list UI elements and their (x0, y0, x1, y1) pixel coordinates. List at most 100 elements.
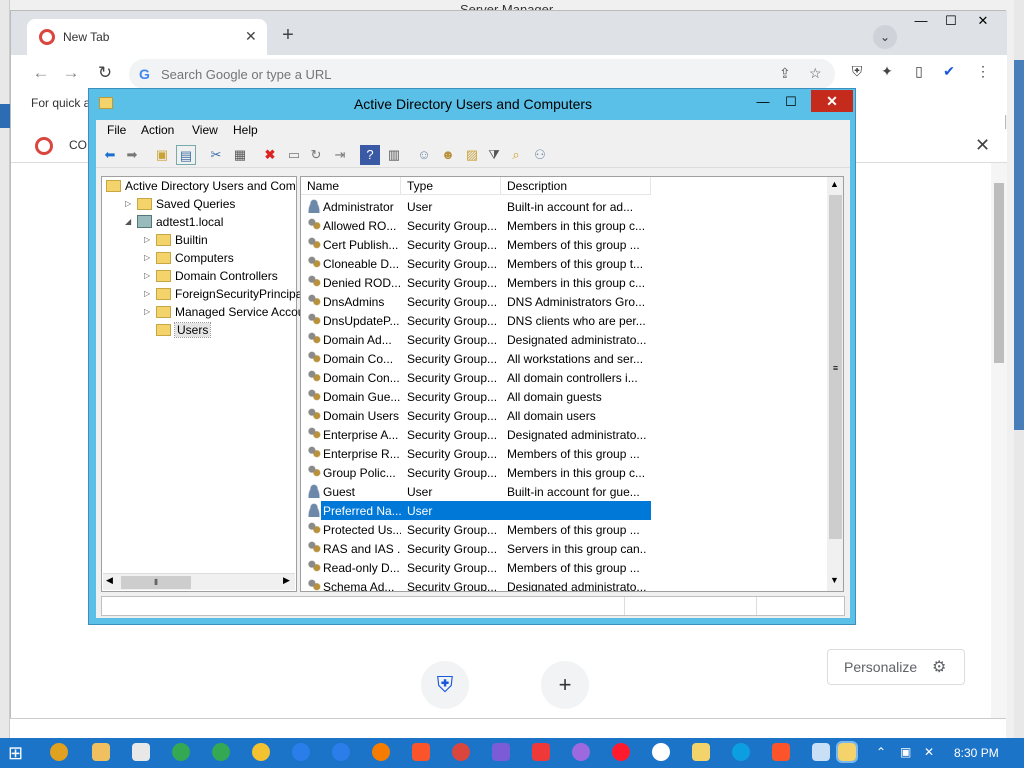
tree-node[interactable]: ◢ adtest1.local (125, 214, 223, 232)
clock-time[interactable]: 8:30 PM (954, 746, 999, 760)
table-row[interactable]: Denied ROD... Security Group... Members in… (301, 273, 825, 292)
edge-icon[interactable] (732, 743, 750, 761)
folder-app-icon[interactable] (692, 743, 710, 761)
tree-node[interactable]: ▷ Computers (144, 250, 234, 268)
brave-beta-icon[interactable] (492, 743, 510, 761)
network-icon[interactable]: ▣ (900, 745, 911, 759)
shortcut-shield-icon[interactable]: ⛨ (421, 661, 469, 709)
view-icon[interactable]: ▥ (384, 145, 404, 165)
table-row[interactable]: Preferred Na... User (301, 501, 825, 520)
page-scrollbar-thumb[interactable] (994, 183, 1004, 363)
brave-icon[interactable] (412, 743, 430, 761)
tree-expander-icon[interactable]: ▷ (144, 271, 156, 280)
share-icon[interactable]: ⇪ (779, 65, 791, 82)
table-row[interactable]: Protected Us... Security Group... Members … (301, 520, 825, 539)
forward-icon[interactable]: ➡ (122, 145, 142, 165)
tray-expand-icon[interactable]: ⌃ (876, 745, 886, 759)
table-row[interactable]: Allowed RO... Security Group... Members in… (301, 216, 825, 235)
table-row[interactable]: Domain Con... Security Group... All domain… (301, 368, 825, 387)
tree-node[interactable]: ▷ Managed Service Accour (144, 304, 308, 322)
table-row[interactable]: Read-only D... Security Group... Members o… (301, 558, 825, 577)
tree-expander-icon[interactable]: ▷ (144, 235, 156, 244)
table-row[interactable]: Cert Publish... Security Group... Members … (301, 235, 825, 254)
find-icon[interactable]: ⌕ (506, 145, 526, 165)
table-row[interactable]: Cloneable D... Security Group... Members o… (301, 254, 825, 273)
shield-extension-icon[interactable]: ⛨ (847, 63, 867, 80)
extensions-puzzle-icon[interactable]: ✦ (877, 63, 897, 80)
up-folder-icon[interactable]: ▣ (152, 145, 172, 165)
tree-expander-icon[interactable]: ◢ (125, 217, 137, 226)
menu-file[interactable]: File (107, 123, 126, 137)
table-row[interactable]: Enterprise R... Security Group... Members … (301, 444, 825, 463)
tree-expander-icon[interactable]: ▷ (144, 307, 156, 316)
tree-node[interactable]: ▷ ForeignSecurityPrincipals (144, 286, 311, 304)
server-manager-icon[interactable] (812, 743, 830, 761)
add-shortcut-icon[interactable]: + (541, 661, 589, 709)
new-group-icon[interactable]: ☻ (438, 145, 458, 165)
window-close-button[interactable]: ✕ (969, 13, 997, 29)
scroll-left-icon[interactable]: ◀ (106, 575, 113, 586)
yandex-icon[interactable] (652, 743, 670, 761)
table-row[interactable]: Domain Gue... Security Group... All domain… (301, 387, 825, 406)
web-app-icon[interactable] (452, 743, 470, 761)
properties-icon[interactable]: ▭ (284, 145, 304, 165)
tree-horizontal-scrollbar[interactable]: ◀ ⦀ ▶ (103, 573, 295, 590)
export-list-icon[interactable]: ⇥ (330, 145, 350, 165)
firefox-dev-icon[interactable] (292, 743, 310, 761)
opera-icon[interactable] (612, 743, 630, 761)
copy-icon[interactable]: ▦ (230, 145, 250, 165)
details-list[interactable]: Name Type Description Administrator User B… (300, 176, 844, 592)
tree-node[interactable]: ▷ Domain Controllers (144, 268, 278, 286)
aduc-close-button[interactable]: ✕ (811, 90, 853, 112)
firefox-nightly-icon[interactable] (332, 743, 350, 761)
personalize-button[interactable]: Personalize ⚙ (827, 649, 965, 685)
side-panel-icon[interactable]: ▯ (909, 63, 929, 80)
column-header-description[interactable]: Description (501, 177, 651, 195)
address-input[interactable] (161, 64, 761, 84)
security-extension-icon[interactable]: ✔ (939, 63, 959, 80)
column-header-type[interactable]: Type (401, 177, 501, 195)
tree-expander-icon[interactable]: ▷ (144, 253, 156, 262)
table-row[interactable]: Schema Ad... Security Group... Designated … (301, 577, 825, 591)
table-row[interactable]: DnsUpdateP... Security Group... DNS client… (301, 311, 825, 330)
bookmark-star-icon[interactable]: ☆ (809, 65, 822, 82)
tree-node[interactable]: ▷ Saved Queries (125, 196, 235, 214)
windows-start-icon[interactable]: ⊞ (8, 744, 28, 764)
tree-node[interactable]: Active Directory Users and Com (106, 178, 296, 196)
add-to-group-icon[interactable]: ⚇ (530, 145, 550, 165)
aduc-maximize-button[interactable]: ☐ (777, 92, 805, 112)
delete-icon[interactable]: ✖ (260, 145, 280, 165)
scroll-down-icon[interactable]: ▼ (830, 575, 839, 585)
table-row[interactable]: Domain Ad... Security Group... Designated … (301, 330, 825, 349)
window-maximize-button[interactable]: ☐ (937, 13, 965, 29)
tab-new-tab[interactable]: New Tab ✕ (27, 19, 267, 55)
list-scrollbar-thumb[interactable]: ≡ (829, 195, 842, 539)
file-explorer-icon[interactable] (92, 743, 110, 761)
firefox-icon[interactable] (372, 743, 390, 761)
table-row[interactable]: Domain Users Security Group... All domain … (301, 406, 825, 425)
infobar-close-icon[interactable]: ✕ (975, 135, 990, 156)
chrome-beta-icon[interactable] (252, 743, 270, 761)
window-minimize-button[interactable]: — (907, 13, 935, 28)
show-hide-console-tree-icon[interactable]: ▤ (176, 145, 196, 165)
menu-kebab-icon[interactable]: ⋮ (973, 63, 993, 80)
table-row[interactable]: DnsAdmins Security Group... DNS Administra… (301, 292, 825, 311)
menu-action[interactable]: Action (141, 123, 174, 137)
chrome-canary-icon[interactable] (212, 743, 230, 761)
table-row[interactable]: RAS and IAS ... Security Group... Servers … (301, 539, 825, 558)
cut-icon[interactable]: ✂ (206, 145, 226, 165)
menu-help[interactable]: Help (233, 123, 258, 137)
scroll-right-icon[interactable]: ▶ (283, 575, 290, 586)
tree-node[interactable]: Users (144, 321, 212, 340)
brave-nightly-icon[interactable] (772, 743, 790, 761)
scroll-up-icon[interactable]: ▲ (830, 179, 839, 189)
forward-arrow-icon[interactable]: → (61, 63, 81, 83)
tree-scrollbar-thumb[interactable]: ⦀ (121, 576, 191, 589)
column-header-name[interactable]: Name (301, 177, 401, 195)
opera-gx-icon[interactable] (572, 743, 590, 761)
table-row[interactable]: Domain Co... Security Group... All worksta… (301, 349, 825, 368)
console-tree[interactable]: Active Directory Users and Com ▷ Saved Que… (101, 176, 311, 592)
omnibox[interactable]: G ⇪ ☆ (129, 59, 835, 89)
new-tab-button[interactable]: + (277, 25, 299, 47)
refresh-icon[interactable]: ↻ (306, 145, 326, 165)
